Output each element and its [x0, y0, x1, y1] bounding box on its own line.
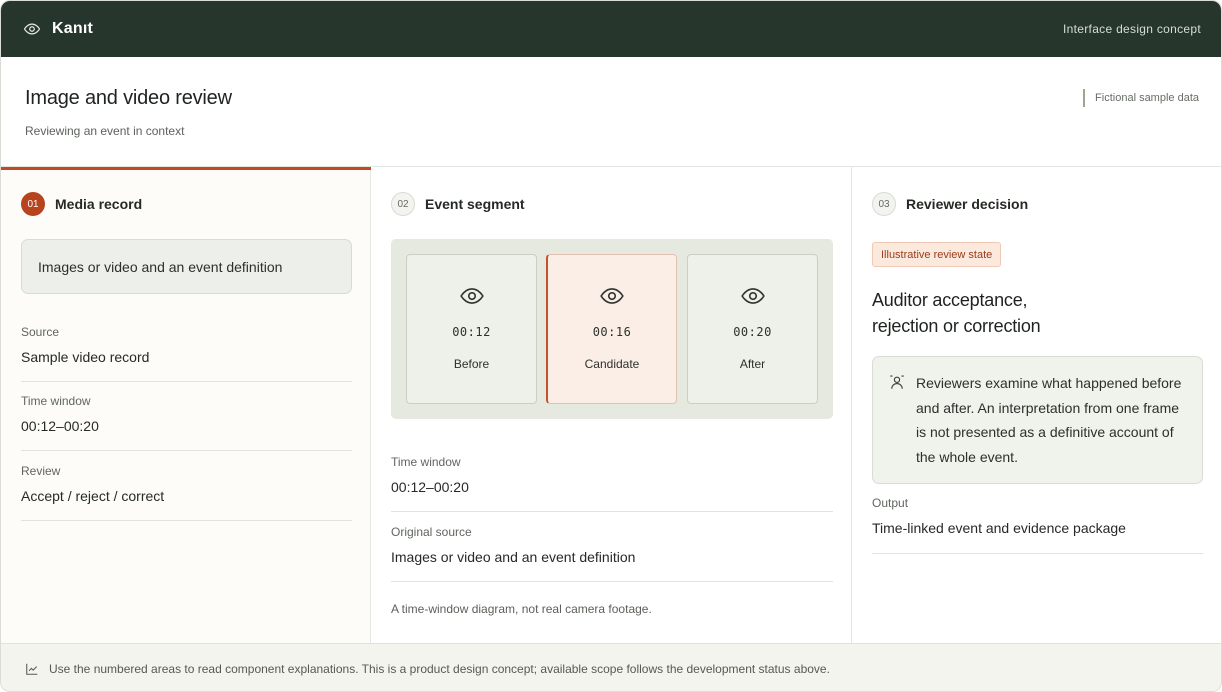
brand[interactable]: Kanıt — [23, 20, 93, 38]
field-value: Images or video and an event definition — [391, 549, 636, 565]
frame-card-after[interactable]: 00:20 After — [687, 254, 818, 404]
field-value: 00:12–00:20 — [391, 479, 469, 495]
field-value: Sample video record — [21, 349, 150, 365]
field-label: Output — [872, 496, 909, 510]
frame-time: 00:12 — [452, 325, 491, 339]
media-info-box: Images or video and an event definition — [21, 239, 352, 294]
frame-time: 00:20 — [733, 325, 772, 339]
content-columns: 01 Media record Images or video and an e… — [1, 167, 1221, 643]
reviewer-decision-header: 03 Reviewer decision — [872, 192, 1028, 216]
reviewer-decision-title: Reviewer decision — [906, 196, 1029, 212]
event-segment-header: 02 Event segment — [391, 192, 525, 216]
media-record-panel[interactable]: 01 Media record Images or video and an e… — [1, 167, 371, 643]
eye-icon — [459, 283, 485, 309]
field-label: Time window — [391, 455, 461, 469]
event-segment-panel[interactable]: 02 Event segment 00:12 Before 00:16 Cand — [371, 167, 852, 643]
original-source-field: Original source Images or video and an e… — [391, 525, 833, 582]
field-value: Time-linked event and evidence package — [872, 520, 1126, 536]
step-badge-01: 01 — [21, 192, 45, 216]
frame-label: Before — [453, 357, 490, 371]
concept-label: Interface design concept — [1063, 22, 1201, 36]
review-explanation-box: Reviewers examine what happened before a… — [872, 356, 1203, 484]
source-field: Source Sample video record — [21, 325, 352, 382]
frame-time: 00:16 — [592, 325, 632, 339]
chart-icon — [25, 662, 39, 676]
footer-text: Use the numbered areas to read component… — [49, 661, 830, 676]
frame-card-candidate[interactable]: 00:16 Candidate — [546, 254, 677, 404]
media-record-title: Media record — [55, 196, 143, 212]
field-value: Accept / reject / correct — [21, 488, 165, 504]
frame-label: After — [739, 357, 766, 371]
decision-heading: Auditor acceptance, rejection or correct… — [872, 287, 1172, 339]
frame-label: Candidate — [584, 357, 640, 371]
reviewer-decision-panel[interactable]: 03 Reviewer decision Illustrative review… — [852, 167, 1221, 643]
page-title: Image and video review — [25, 87, 232, 109]
time-window-diagram: 00:12 Before 00:16 Candidate 00:20 After — [391, 239, 833, 419]
review-field: Review Accept / reject / correct — [21, 464, 352, 521]
top-bar: Kanıt Interface design concept — [1, 1, 1221, 57]
media-record-header: 01 Media record — [21, 192, 142, 216]
eye-icon — [23, 20, 41, 38]
field-label: Original source — [391, 525, 472, 539]
review-state-tag: Illustrative review state — [872, 242, 1002, 267]
field-value: 00:12–00:20 — [21, 418, 99, 434]
field-label: Review — [21, 464, 61, 478]
output-field: Output Time-linked event and evidence pa… — [872, 496, 1203, 554]
reviewer-icon — [888, 373, 906, 391]
eye-icon — [740, 283, 766, 309]
decision-heading-line: rejection or correction — [872, 316, 1041, 336]
frame-card-before[interactable]: 00:12 Before — [406, 254, 537, 404]
page-subtitle: Reviewing an event in context — [25, 124, 185, 138]
explanation-text: Reviewers examine what happened before a… — [916, 375, 1182, 465]
step-badge-02: 02 — [391, 192, 415, 216]
diagram-note: A time-window diagram, not real camera f… — [391, 602, 652, 616]
field-label: Source — [21, 325, 60, 339]
app-window: Kanıt Interface design concept Image and… — [0, 0, 1222, 692]
footer-bar: Use the numbered areas to read component… — [1, 643, 1221, 691]
event-segment-title: Event segment — [425, 196, 525, 212]
sample-data-note: Fictional sample data — [1083, 89, 1199, 107]
decision-heading-line: Auditor acceptance, — [872, 290, 1028, 310]
page-header: Image and video review Reviewing an even… — [1, 57, 1221, 167]
step-badge-03: 03 — [872, 192, 896, 216]
field-label: Time window — [21, 394, 91, 408]
segment-time-window-field: Time window 00:12–00:20 — [391, 455, 833, 512]
eye-icon — [599, 283, 625, 309]
brand-name: Kanıt — [52, 20, 93, 37]
time-window-field: Time window 00:12–00:20 — [21, 394, 352, 451]
